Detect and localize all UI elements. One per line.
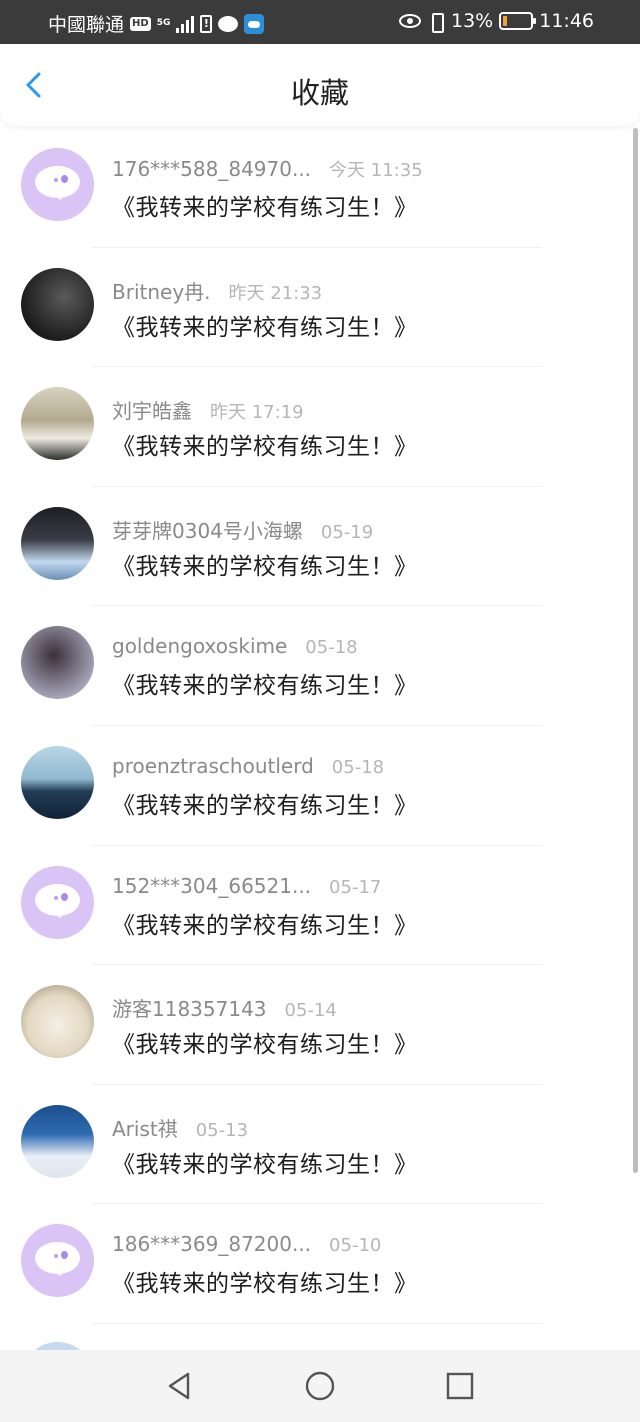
message-text: 《我转来的学校有练习生！》 (112, 912, 418, 939)
status-bar: 中國聯通 HD 5G ! 13% 11:46 (0, 0, 640, 44)
item-header: Britney冉. 昨天 21:33 (112, 276, 322, 305)
list-item[interactable]: proenztraschoutlerd 05-18 《我转来的学校有练习生！》 (0, 726, 630, 846)
timestamp: 05-18 (305, 637, 358, 659)
avatar[interactable] (21, 1224, 94, 1298)
username[interactable]: 游客118357143 (112, 993, 267, 1022)
avatar[interactable] (21, 985, 94, 1059)
timestamp: 05-19 (320, 521, 374, 543)
item-header: Arist祺 05-13 (112, 1113, 248, 1142)
message-text: 《我转来的学校有练习生！》 (112, 673, 418, 700)
list-item[interactable]: goldengoxoskime 05-18 《我转来的学校有练习生！》 (0, 606, 630, 726)
username[interactable]: 176***588_84970... (112, 157, 311, 181)
square-recents-icon (446, 1372, 474, 1400)
username[interactable]: 刘宇皓鑫 (112, 395, 192, 424)
username[interactable]: Arist祺 (112, 1113, 178, 1142)
username[interactable]: 芽芽牌0304号小海螺 (112, 515, 303, 544)
list-item[interactable]: 刘宇皓鑫 昨天 17:19 《我转来的学校有练习生！》 (0, 367, 630, 487)
timestamp: 今天 11:35 (329, 160, 423, 181)
message-notification-icon (218, 15, 239, 32)
timestamp: 05-18 (331, 756, 385, 778)
avatar[interactable] (21, 1104, 94, 1178)
item-header: 游客118357143 05-14 (112, 993, 337, 1022)
system-nav-bar (0, 1350, 640, 1422)
battery-icon (499, 12, 537, 30)
chat-bubble-icon (35, 166, 80, 200)
list-item[interactable]: Britney冉. 昨天 21:33 《我转来的学校有练习生！》 (0, 248, 630, 368)
message-text: 《我转来的学校有练习生！》 (112, 553, 418, 580)
app-notification-icon (244, 13, 265, 34)
status-right: 13% 11:46 (399, 10, 594, 33)
triangle-back-icon (168, 1372, 190, 1400)
vibrate-icon (427, 12, 445, 33)
message-text: 《我转来的学校有练习生！》 (112, 792, 418, 819)
chat-bubble-icon (35, 1242, 80, 1277)
username[interactable]: goldengoxoskime (112, 634, 287, 658)
list-item[interactable]: 186***369_87200... 05-10 《我转来的学校有练习生！》 (0, 1204, 630, 1324)
timestamp: 05-13 (195, 1119, 249, 1141)
avatar[interactable] (21, 267, 94, 341)
username[interactable]: proenztraschoutlerd (112, 754, 314, 778)
avatar[interactable] (21, 148, 94, 221)
carrier-label: 中國聯通 (48, 14, 125, 36)
username[interactable]: Britney冉. (112, 276, 211, 305)
timestamp: 昨天 21:33 (228, 282, 323, 304)
message-text: 《我转来的学校有练习生！》 (112, 1151, 418, 1178)
battery-level-fill (503, 16, 507, 26)
item-header: goldengoxoskime 05-18 (112, 634, 358, 658)
favorites-list: 176***588_84970... 今天 11:35 《我转来的学校有练习生！》 B… (0, 128, 630, 1324)
avatar[interactable] (21, 745, 94, 819)
list-item[interactable]: 游客118357143 05-14 《我转来的学校有练习生！》 (0, 965, 630, 1085)
clock: 11:46 (539, 10, 594, 32)
timestamp: 05-14 (284, 1000, 337, 1022)
list-item[interactable]: 176***588_84970... 今天 11:35 《我转来的学校有练习生！》 (0, 128, 630, 248)
hd-badge: HD (130, 16, 151, 31)
message-text: 《我转来的学校有练习生！》 (112, 434, 418, 461)
avatar[interactable] (21, 626, 94, 700)
network-type-label: 5G (156, 18, 171, 28)
username[interactable]: 186***369_87200... (112, 1232, 311, 1256)
timestamp: 05-17 (329, 876, 382, 898)
message-text: 《我转来的学校有练习生！》 (112, 1271, 418, 1298)
avatar[interactable] (21, 865, 94, 939)
avatar[interactable] (21, 506, 94, 580)
nav-recents-button[interactable] (443, 1369, 477, 1403)
list-item[interactable]: Arist祺 05-13 《我转来的学校有练习生！》 (0, 1085, 630, 1205)
page-title: 收藏 (290, 76, 349, 110)
alert-icon: ! (200, 14, 213, 33)
circle-home-icon (305, 1371, 335, 1401)
item-header: proenztraschoutlerd 05-18 (112, 754, 384, 778)
divider (92, 1322, 542, 1324)
item-header: 刘宇皓鑫 昨天 17:19 (112, 395, 304, 424)
eye-comfort-icon (399, 14, 421, 28)
message-text: 《我转来的学校有练习生！》 (112, 314, 418, 341)
chat-bubble-icon (35, 883, 80, 918)
item-header: 152***304_66521... 05-17 (112, 874, 381, 898)
list-item[interactable]: 芽芽牌0304号小海螺 05-19 《我转来的学校有练习生！》 (0, 487, 630, 607)
timestamp: 05-10 (329, 1235, 382, 1257)
avatar[interactable] (21, 387, 94, 461)
scrollbar[interactable] (633, 128, 638, 1173)
status-left: 中國聯通 HD 5G ! (48, 10, 265, 37)
username[interactable]: 152***304_66521... (112, 874, 311, 898)
timestamp: 昨天 17:19 (210, 402, 304, 424)
list-item[interactable]: 152***304_66521... 05-17 《我转来的学校有练习生！》 (0, 846, 630, 966)
message-text: 《我转来的学校有练习生！》 (112, 1032, 418, 1059)
battery-percent: 13% (451, 10, 494, 32)
app-header: 收藏 (0, 44, 640, 126)
signal-icon (176, 15, 195, 33)
nav-home-button[interactable] (303, 1369, 337, 1403)
item-header: 186***369_87200... 05-10 (112, 1232, 381, 1256)
item-header: 芽芽牌0304号小海螺 05-19 (112, 515, 373, 544)
nav-back-button[interactable] (163, 1369, 197, 1403)
item-header: 176***588_84970... 今天 11:35 (112, 156, 423, 182)
message-text: 《我转来的学校有练习生！》 (112, 195, 418, 221)
